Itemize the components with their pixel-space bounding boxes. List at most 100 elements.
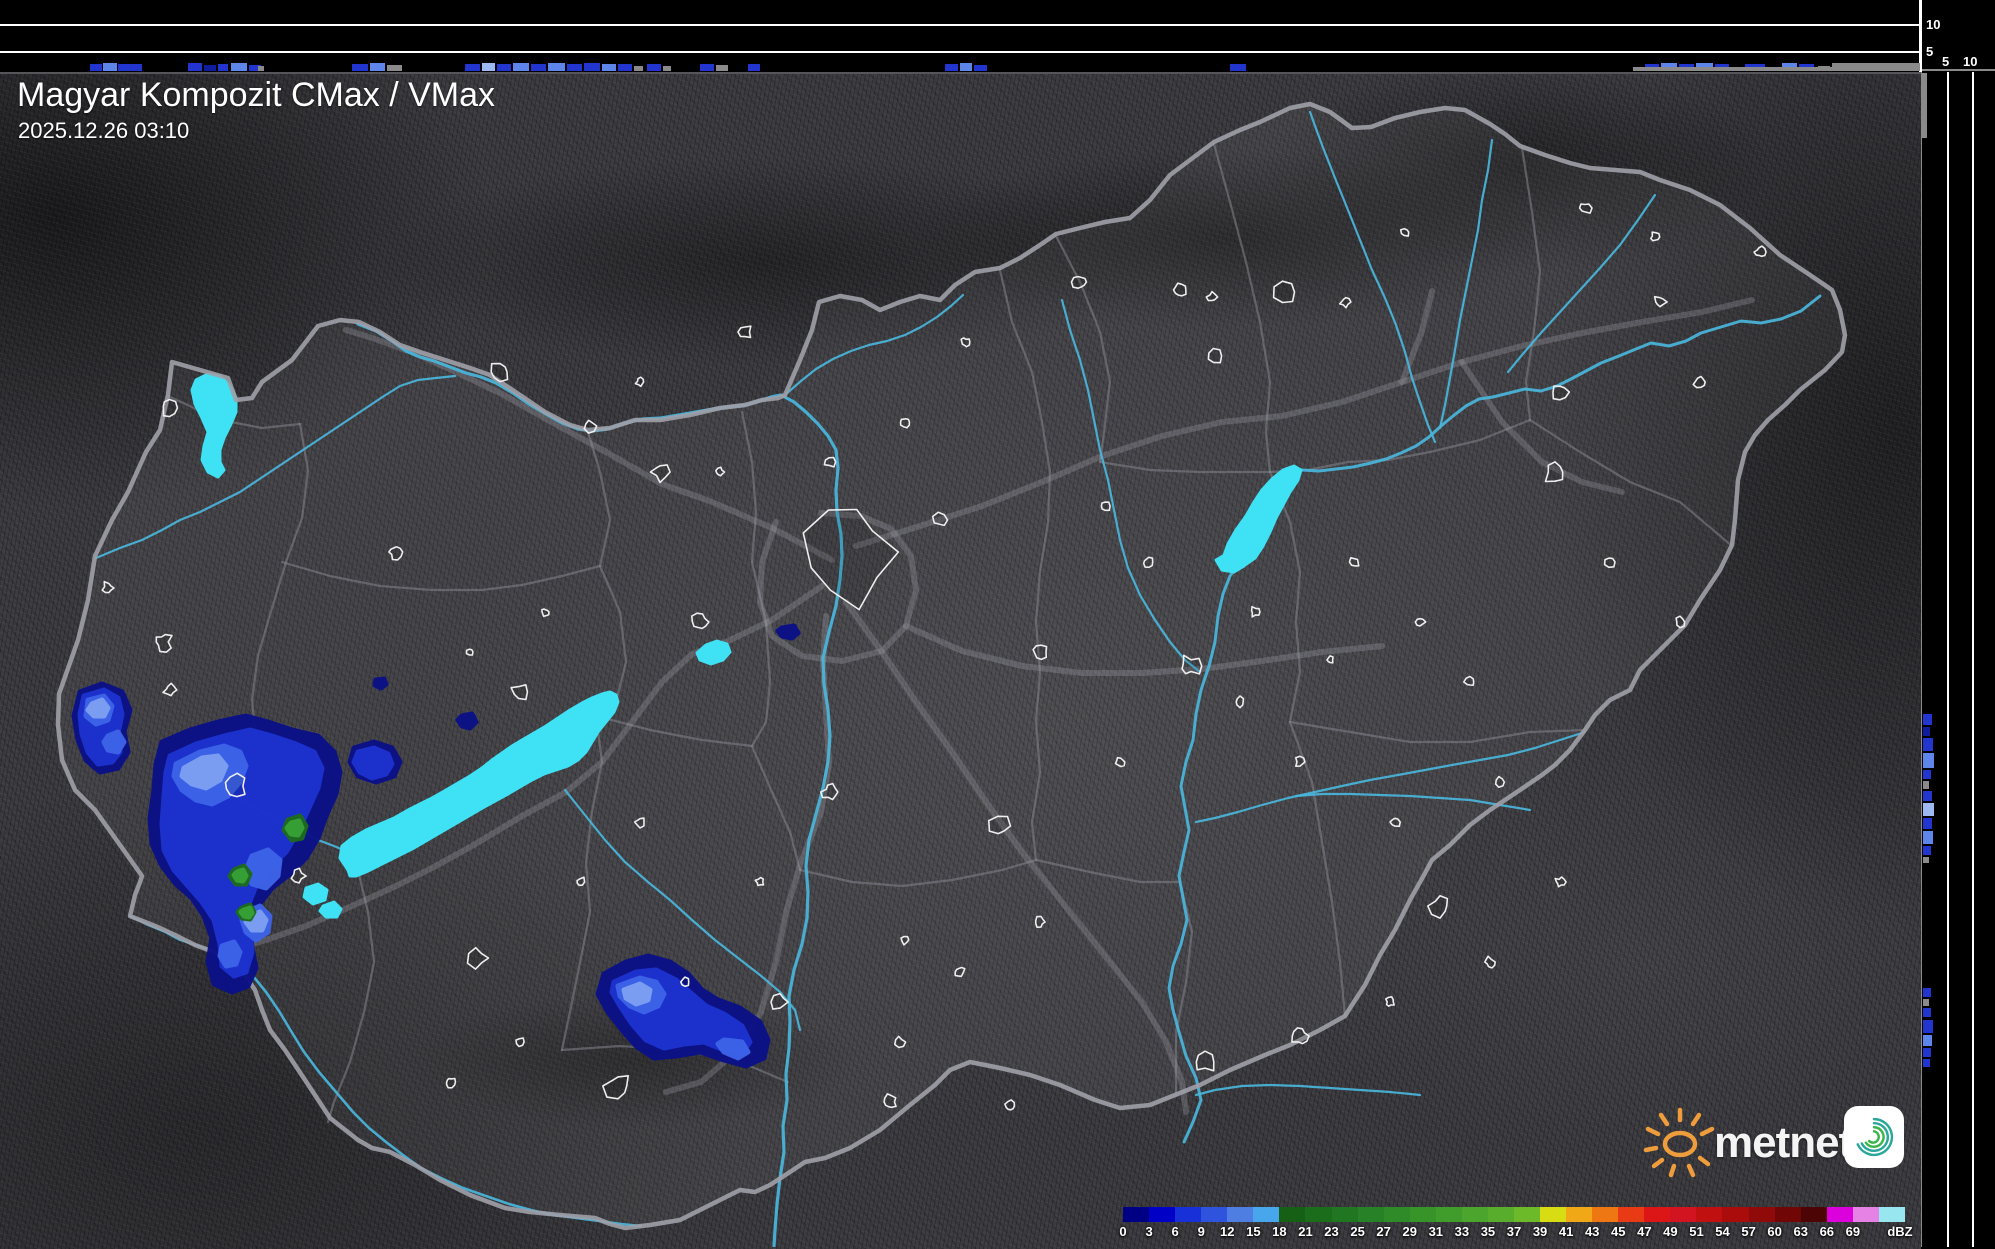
legend-cell	[1566, 1207, 1593, 1222]
product-title: Magyar Kompozit CMax / VMax	[17, 76, 496, 114]
echo-right-mark	[1923, 999, 1929, 1006]
echo-top-mark	[647, 64, 661, 71]
city-outline	[1427, 895, 1449, 919]
echo-top-mark	[188, 63, 202, 71]
echo-top-mark	[618, 64, 632, 71]
echo-right-mark	[1923, 738, 1933, 751]
legend-cell	[1748, 1207, 1775, 1222]
radar-composite-viewer: { "header": { "title": "Magyar Kompozit …	[0, 0, 1995, 1249]
legend-value-label: 66	[1819, 1224, 1835, 1239]
legend-cell	[1461, 1207, 1488, 1222]
distance-gridline-5	[1947, 72, 1949, 1247]
legend-cell	[1670, 1207, 1697, 1222]
right-panel-baseline	[1922, 69, 1995, 71]
metnet-logo[interactable]: metnet	[1640, 1100, 1853, 1180]
legend-cell	[1253, 1207, 1280, 1222]
legend-value-label: 3	[1145, 1224, 1153, 1239]
legend-colorbar	[1123, 1207, 1905, 1222]
legend-cell	[1800, 1207, 1827, 1222]
echo-top-mark	[497, 64, 511, 71]
city-outline	[899, 417, 911, 429]
legend-cell	[1331, 1207, 1358, 1222]
echo-top-mark	[370, 63, 385, 71]
echo-top-mark	[700, 64, 714, 71]
echo-top-mark	[531, 64, 546, 71]
echo-right-mark	[1923, 791, 1932, 801]
city-outline	[823, 456, 837, 468]
city-outline	[1272, 280, 1296, 304]
city-outline	[1235, 695, 1245, 709]
legend-cell	[1149, 1207, 1176, 1222]
city-outline	[515, 1037, 525, 1048]
echo-top-mark	[218, 64, 228, 71]
distance-gridline-10	[1972, 72, 1974, 1247]
height-gridline-10km	[0, 24, 1921, 26]
echo-right-mark	[1923, 1020, 1933, 1033]
echo-top-mark	[945, 64, 958, 71]
echo-right-mark	[1923, 803, 1934, 816]
echo-right-mark	[1923, 818, 1932, 829]
echo-top-mark	[748, 64, 760, 71]
legend-value-label: 0	[1119, 1224, 1127, 1239]
legend-value-label: 15	[1246, 1224, 1261, 1239]
right-axis-label-10: 10	[1963, 54, 1978, 69]
legend-value-label: 6	[1171, 1224, 1179, 1239]
legend-value-label: 33	[1454, 1224, 1470, 1239]
city-outline	[1484, 955, 1496, 969]
echo-top-mark	[387, 65, 402, 71]
echo-right-mark	[1923, 753, 1934, 768]
echo-top-mark	[482, 63, 495, 71]
city-outline	[1207, 347, 1223, 364]
legend-cell	[1878, 1207, 1905, 1222]
echo-top-mark	[567, 64, 582, 71]
legend-cell	[1722, 1207, 1749, 1222]
echo-top-mark	[465, 64, 480, 71]
city-outline	[634, 376, 645, 388]
echo-top-mark	[513, 63, 529, 71]
echo-top-mark	[584, 63, 600, 71]
echo-right-mark	[1923, 831, 1933, 844]
country-fill-shape	[58, 104, 1845, 1228]
legend-value-label: 51	[1689, 1224, 1704, 1239]
ew-cross-section-panel	[0, 0, 1921, 72]
echo-right-mark	[1923, 1048, 1931, 1057]
ns-cross-section-panel	[1922, 72, 1995, 1247]
legend-cell	[1409, 1207, 1436, 1222]
echo-top-mark	[716, 65, 728, 71]
metnet-app-icon[interactable]	[1844, 1106, 1904, 1168]
panel-divider-top	[1919, 0, 1922, 72]
city-outline	[1389, 817, 1401, 828]
echo-right-mark	[1923, 714, 1932, 725]
legend-cell	[1618, 1207, 1645, 1222]
legend-cell	[1305, 1207, 1332, 1222]
legend-cell	[1592, 1207, 1619, 1222]
legend-value-label: 60	[1767, 1224, 1782, 1239]
top-axis-label-10: 10	[1926, 17, 1941, 32]
echo-right-mark	[1923, 770, 1931, 779]
legend-value-label: 43	[1584, 1224, 1600, 1239]
echo-top-mark	[960, 63, 972, 71]
city-outline	[465, 648, 474, 656]
height-gridline-5km	[0, 51, 1921, 53]
echo-top-mark	[663, 66, 671, 71]
legend-cell	[1513, 1207, 1540, 1222]
radar-map-overlay	[55, 101, 1848, 1247]
product-timestamp: 2025.12.26 03:10	[18, 118, 190, 143]
city-outline	[1100, 501, 1111, 512]
echo-right-mark	[1923, 1035, 1932, 1046]
legend-value-label: 12	[1220, 1224, 1235, 1239]
spiral-icon	[1856, 1117, 1894, 1157]
legend-cell	[1227, 1207, 1254, 1222]
map-top-border-strip	[1633, 67, 1832, 71]
legend-value-label: 57	[1741, 1224, 1756, 1239]
echo-top-mark	[974, 65, 987, 71]
legend-cell	[1826, 1207, 1853, 1222]
legend-cell	[1435, 1207, 1462, 1222]
echo-top-mark	[634, 66, 643, 71]
echo-right-mark	[1923, 727, 1930, 736]
echo-top-mark	[602, 64, 616, 71]
legend-cell	[1357, 1207, 1384, 1222]
legend-value-label: 54	[1715, 1224, 1730, 1239]
echo-right-mark	[1923, 781, 1929, 789]
city-outline	[737, 325, 752, 339]
